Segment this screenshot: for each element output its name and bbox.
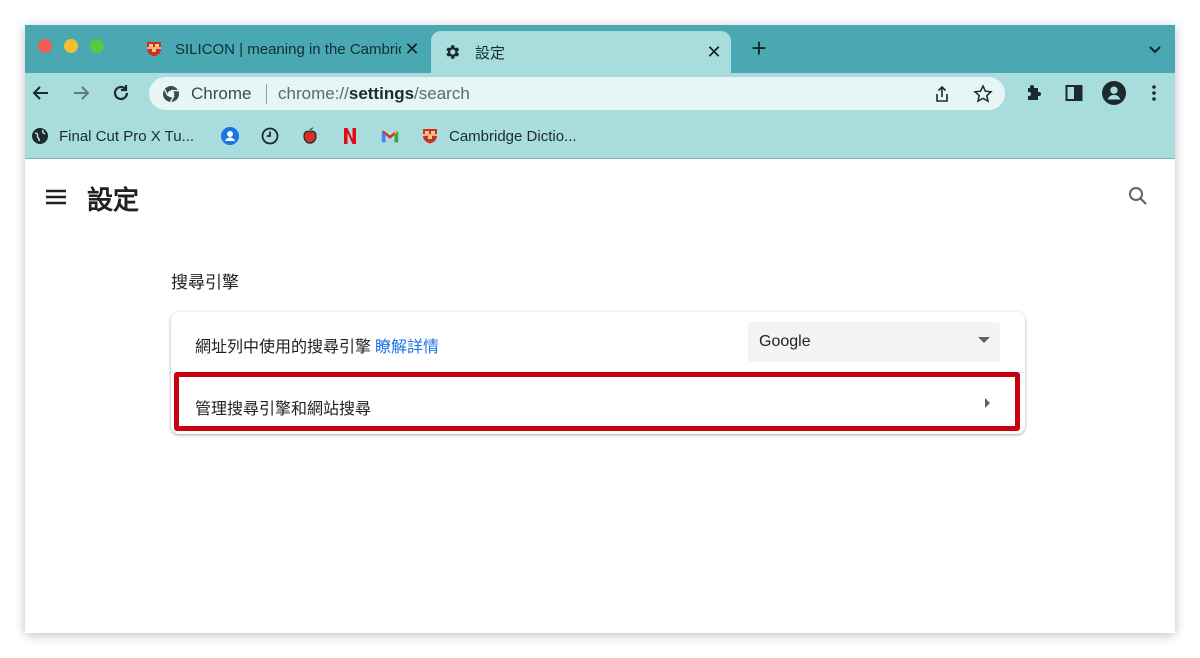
side-panel-icon[interactable]: [1062, 81, 1086, 105]
reload-button[interactable]: [109, 81, 133, 105]
arrow-left-icon: [32, 86, 48, 100]
bookmark-apple[interactable]: [301, 125, 319, 147]
address-bar[interactable]: Chrome chrome://settings/search: [149, 77, 1005, 110]
row-label: 網址列中使用的搜尋引擎 瞭解詳情: [195, 333, 439, 357]
chrome-icon[interactable]: [161, 84, 181, 104]
arrow-right-icon: [74, 86, 90, 100]
globe-icon: [31, 127, 49, 145]
row-label: 管理搜尋引擎和網站搜尋: [195, 401, 372, 418]
url-scheme: chrome://: [278, 84, 349, 103]
caret-down-icon: [978, 337, 990, 343]
bookmark-final-cut[interactable]: Final Cut Pro X Tu...: [31, 125, 194, 147]
bookmark-star-icon[interactable]: [972, 83, 994, 105]
bookmark-gmail[interactable]: [381, 125, 399, 147]
bookmarks-bar: Final Cut Pro X Tu... Cambridge Dictio..…: [25, 113, 1175, 159]
gmail-icon: [381, 127, 399, 145]
address-bar-engine-row: 網址列中使用的搜尋引擎 瞭解詳情 Google: [171, 312, 1025, 372]
bookmark-label: Cambridge Dictio...: [449, 127, 577, 145]
close-tab-icon[interactable]: ✕: [403, 40, 421, 58]
learn-more-link[interactable]: 瞭解詳情: [375, 339, 439, 356]
browser-window: SILICON | meaning in the Cambridge Engli…: [25, 25, 1175, 633]
cambridge-shield-icon: [421, 127, 439, 145]
bookmark-user[interactable]: [221, 125, 239, 147]
url-path: /search: [414, 84, 470, 103]
profile-avatar-icon[interactable]: [1102, 81, 1126, 105]
new-tab-button[interactable]: +: [747, 35, 771, 61]
hamburger-menu-icon[interactable]: [44, 185, 68, 209]
bookmark-label: Final Cut Pro X Tu...: [59, 127, 195, 145]
search-engine-select[interactable]: Google: [748, 322, 1000, 362]
kebab-menu-icon[interactable]: [1142, 81, 1166, 105]
url-text[interactable]: chrome://settings/search: [278, 84, 470, 104]
search-engine-card: 網址列中使用的搜尋引擎 瞭解詳情 Google 管理搜尋引擎和網站搜尋: [171, 312, 1025, 434]
chevron-down-icon[interactable]: [1145, 39, 1165, 59]
section-title: 搜尋引擎: [171, 273, 239, 292]
gear-icon: [443, 43, 461, 61]
tab-title: 設定: [475, 44, 506, 62]
toolbar: Chrome chrome://settings/search: [25, 73, 1175, 113]
tab-cambridge[interactable]: SILICON | meaning in the Cambridge Engli…: [133, 25, 429, 73]
user-circle-icon: [221, 127, 239, 145]
manage-search-engines-row[interactable]: 管理搜尋引擎和網站搜尋: [171, 373, 1025, 434]
netflix-icon: [341, 127, 359, 145]
omnibox-separator: [266, 84, 267, 104]
close-window-button[interactable]: [38, 39, 52, 53]
clock-icon: [261, 127, 279, 145]
tab-settings[interactable]: 設定 ✕: [431, 31, 731, 73]
chevron-right-icon: [985, 398, 990, 408]
bookmark-cambridge[interactable]: Cambridge Dictio...: [421, 125, 577, 147]
settings-page: 設定 搜尋引擎 網址列中使用的搜尋引擎 瞭解詳情 Google 管理搜尋引擎和網站…: [25, 160, 1175, 633]
back-button[interactable]: [29, 81, 53, 105]
tab-title: SILICON | meaning in the Cambridge Engli…: [175, 40, 401, 58]
search-icon[interactable]: [1126, 184, 1150, 208]
maximize-window-button[interactable]: [90, 39, 104, 53]
share-icon[interactable]: [931, 83, 953, 105]
select-value: Google: [759, 333, 811, 350]
url-host: settings: [348, 84, 415, 103]
minimize-window-button[interactable]: [64, 39, 78, 53]
cambridge-shield-icon: [145, 40, 163, 58]
omnibox-chip: Chrome: [191, 84, 252, 103]
extensions-puzzle-icon[interactable]: [1022, 81, 1046, 105]
bookmark-clock[interactable]: [261, 125, 279, 147]
forward-button[interactable]: [69, 81, 93, 105]
bookmark-netflix[interactable]: [341, 125, 359, 147]
apple-icon: [301, 127, 319, 145]
reload-icon: [113, 85, 129, 101]
close-tab-icon[interactable]: ✕: [705, 43, 723, 61]
page-title: 設定: [87, 185, 140, 215]
row-label-text: 網址列中使用的搜尋引擎: [195, 339, 372, 356]
tab-strip: SILICON | meaning in the Cambridge Engli…: [25, 25, 1175, 73]
